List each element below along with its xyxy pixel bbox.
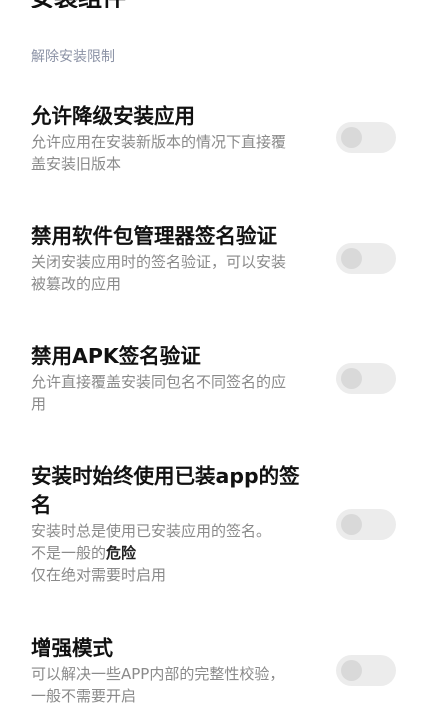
toggle-disable-pm-signature[interactable] [336,243,396,274]
title-line: 名 [31,493,52,517]
danger-label: 危险 [106,544,137,562]
description-line: 允许应用在安装新版本的情况下直接覆 [31,133,287,151]
title-line: 安装时始终使用已装app的签 [31,464,300,488]
toggle-enhanced-mode[interactable] [336,655,396,686]
toggle-knob [341,368,362,389]
setting-text: 安装时始终使用已装app的签 名 安装时总是使用已安装应用的签名。 不是一般的危… [31,462,323,586]
description-line: 一般不需要开启 [31,687,137,705]
description-line: 用 [31,395,47,413]
setting-text: 禁用APK签名验证 允许直接覆盖安装同包名不同签名的应 用 [31,342,323,415]
description-line: 安装时总是使用已安装应用的签名。 [31,522,272,540]
setting-title: 允许降级安装应用 [31,104,195,128]
toggle-knob [341,248,362,269]
page-title: 安装组件 [30,0,126,8]
setting-description: 可以解决一些APP内部的完整性校验， 一般不需要开启 [31,663,323,707]
page-title-clip: 安装组件 [0,0,429,8]
setting-text: 禁用软件包管理器签名验证 关闭安装应用时的签名验证，可以安装 被篡改的应用 [31,222,323,295]
description-line: 不是一般的危险 [31,542,323,564]
description-line: 允许直接覆盖安装同包名不同签名的应 [31,373,287,391]
description-line: 可以解决一些APP内部的完整性校验， [31,665,285,683]
setting-description: 安装时总是使用已安装应用的签名。 不是一般的危险 仅在绝对需要时启用 [31,520,323,586]
setting-title: 禁用软件包管理器签名验证 [31,224,277,248]
description-line: 被篡改的应用 [31,275,122,293]
section-header: 解除安装限制 [31,49,115,65]
setting-description: 允许应用在安装新版本的情况下直接覆 盖安装旧版本 [31,131,323,175]
description-line: 关闭安装应用时的签名验证，可以安装 [31,253,287,271]
toggle-allow-downgrade[interactable] [336,122,396,153]
setting-text: 增强模式 可以解决一些APP内部的完整性校验， 一般不需要开启 [31,634,323,707]
toggle-knob [341,127,362,148]
description-line: 盖安装旧版本 [31,155,122,173]
setting-description: 关闭安装应用时的签名验证，可以安装 被篡改的应用 [31,251,323,295]
setting-title: 禁用APK签名验证 [31,344,201,368]
description-line: 仅在绝对需要时启用 [31,566,167,584]
toggle-knob [341,660,362,681]
toggle-knob [341,514,362,535]
toggle-always-use-installed-signature[interactable] [336,509,396,540]
setting-text: 允许降级安装应用 允许应用在安装新版本的情况下直接覆 盖安装旧版本 [31,102,323,175]
setting-title: 安装时始终使用已装app的签 名 [31,462,323,520]
setting-description: 允许直接覆盖安装同包名不同签名的应 用 [31,371,323,415]
setting-title: 增强模式 [31,636,113,660]
toggle-disable-apk-signature[interactable] [336,363,396,394]
description-text: 不是一般的 [31,544,107,562]
